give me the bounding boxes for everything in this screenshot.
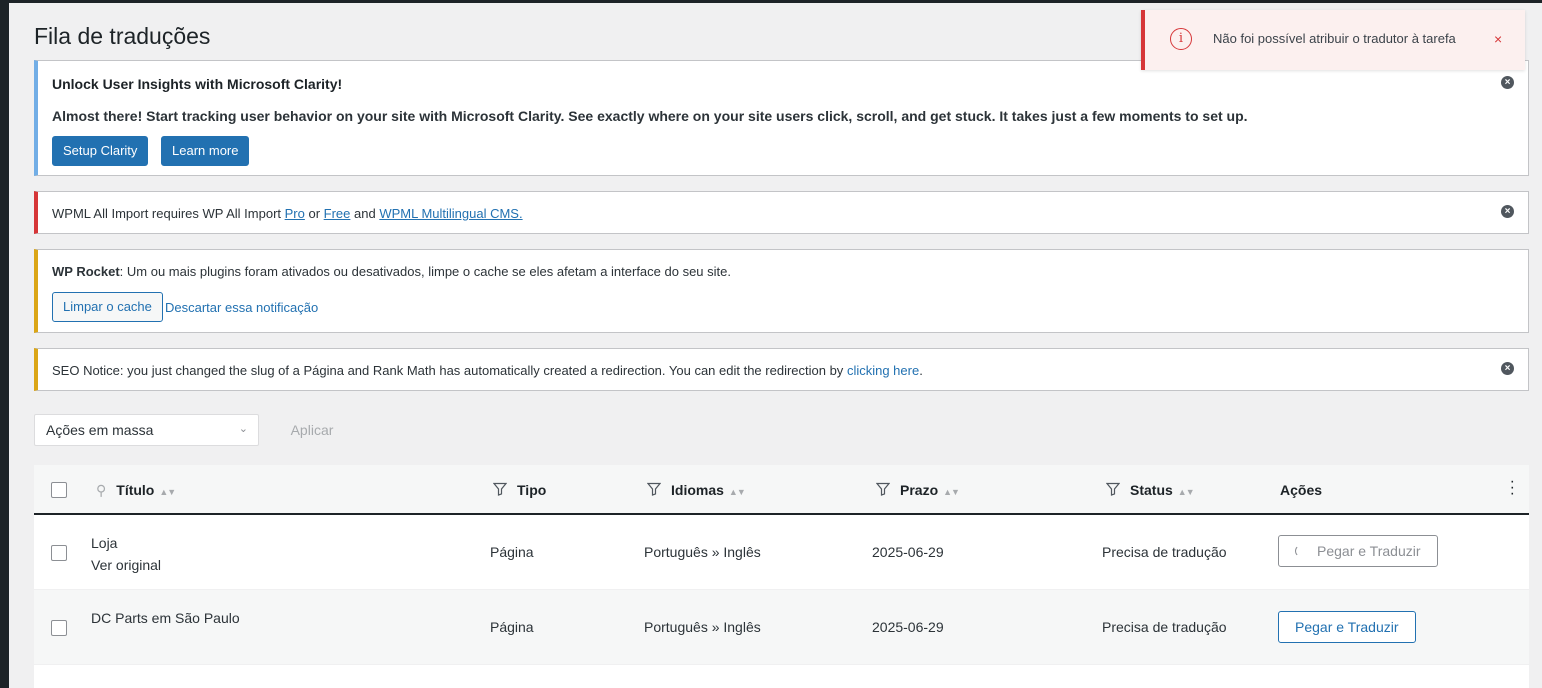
wp-rocket-notice: WP Rocket: Um ou mais plugins foram ativ… [34,249,1529,333]
translation-queue-page: Fila de traduções Unlock User Insights w… [9,3,1542,688]
setup-clarity-button[interactable]: Setup Clarity [52,136,149,166]
error-toast: i Não foi possível atribuir o tradutor à… [1141,10,1525,70]
wp-rocket-notice-text: WP Rocket: Um ou mais plugins foram ativ… [52,264,731,279]
dismiss-notice-link[interactable]: Descartar essa notificação [165,300,318,315]
clear-cache-button[interactable]: Limpar o cache [52,292,163,322]
column-actions: Ações [1280,482,1323,498]
column-languages-label: Idiomas [671,482,724,498]
clarity-notice-text: Almost there! Start tracking user behavi… [52,108,1248,124]
wp-rocket-brand: WP Rocket [52,264,120,279]
column-status[interactable]: Status ▲▼ [1106,482,1195,498]
wpml-notice-and: and [350,206,380,221]
table-row [34,665,1529,688]
sort-icon: ▲▼ [728,487,746,497]
row-checkbox[interactable] [51,545,67,561]
toast-message: Não foi possível atribuir o tradutor à t… [1213,31,1456,46]
sort-icon: ▲▼ [943,487,960,497]
sort-icon: ▲▼ [159,487,176,497]
row-type: Página [490,544,534,560]
info-icon: i [1170,28,1192,50]
learn-more-button[interactable]: Learn more [161,136,250,166]
table-row: Loja Ver original Página Português » Ing… [34,515,1529,590]
column-languages[interactable]: Idiomas ▲▼ [647,482,746,498]
row-languages: Português » Inglês [644,619,761,635]
page-title: Fila de traduções [34,23,211,49]
free-link[interactable]: Free [324,206,351,221]
seo-notice-suffix: . [919,363,923,378]
clarity-notice: Unlock User Insights with Microsoft Clar… [34,60,1529,176]
column-type-label: Tipo [517,482,547,498]
column-type[interactable]: Tipo [493,482,546,498]
row-status: Precisa de tradução [1102,619,1227,635]
view-original-link[interactable]: Ver original [91,557,161,573]
dismiss-icon[interactable]: × [1501,205,1514,218]
filter-icon [647,482,661,496]
take-and-translate-button[interactable]: Pegar e Traduzir [1278,611,1416,643]
chevron-down-icon: ⌄ [238,423,248,435]
wpml-cms-link[interactable]: WPML Multilingual CMS. [379,206,522,221]
row-deadline: 2025-06-29 [872,619,944,635]
bulk-actions-value: Ações em massa [46,422,154,438]
row-deadline: 2025-06-29 [872,544,944,560]
row-status: Precisa de tradução [1102,544,1227,560]
column-title-label: Título [116,482,155,498]
table-header: ⚲ Título ▲▼ Tipo Idiomas ▲▼ Prazo ▲▼ Status ▲… [34,465,1529,515]
sort-icon: ▲▼ [1177,487,1195,497]
wpml-import-notice: WPML All Import requires WP All Import P… [34,191,1529,234]
search-icon: ⚲ [96,482,107,498]
row-checkbox[interactable] [51,620,67,636]
translation-queue-table: ⚲ Título ▲▼ Tipo Idiomas ▲▼ Prazo ▲▼ Status ▲… [34,465,1529,688]
bulk-actions-select[interactable]: Ações em massa ⌄ [34,414,259,446]
seo-notice-message: SEO Notice: you just changed the slug of… [52,363,847,378]
take-and-translate-label: Pegar e Traduzir [1317,543,1421,559]
wpml-notice-or: or [304,206,324,221]
pro-link[interactable]: Pro [285,206,305,221]
loading-spinner-icon [1295,545,1307,557]
table-row: DC Parts em São Paulo Página Português »… [34,590,1529,665]
wpml-notice-text: WPML All Import requires WP All Import P… [52,206,523,221]
row-title[interactable]: DC Parts em São Paulo [91,610,240,626]
apply-button[interactable]: Aplicar [267,414,357,446]
column-status-label: Status [1130,482,1173,498]
seo-notice: SEO Notice: you just changed the slug of… [34,348,1529,391]
take-and-translate-button[interactable]: Pegar e Traduzir [1278,535,1438,567]
dismiss-icon[interactable]: × [1501,362,1514,375]
dismiss-icon[interactable]: × [1501,76,1514,89]
row-languages: Português » Inglês [644,544,761,560]
filter-icon [1106,482,1120,496]
column-deadline[interactable]: Prazo ▲▼ [876,482,960,498]
row-title[interactable]: Loja [91,535,117,551]
column-deadline-label: Prazo [900,482,939,498]
close-icon[interactable]: × [1494,31,1502,47]
wp-rocket-message: : Um ou mais plugins foram ativados ou d… [119,264,731,279]
more-options-icon[interactable]: · · · [1510,474,1515,502]
select-all-checkbox[interactable] [51,482,67,498]
clicking-here-link[interactable]: clicking here [847,363,919,378]
column-title[interactable]: ⚲ Título ▲▼ [96,482,176,499]
seo-notice-text: SEO Notice: you just changed the slug of… [52,363,923,378]
wpml-notice-prefix: WPML All Import requires WP All Import [52,206,285,221]
row-type: Página [490,619,534,635]
filter-icon [876,482,890,496]
clarity-notice-heading: Unlock User Insights with Microsoft Clar… [52,76,343,92]
filter-icon [493,482,507,496]
